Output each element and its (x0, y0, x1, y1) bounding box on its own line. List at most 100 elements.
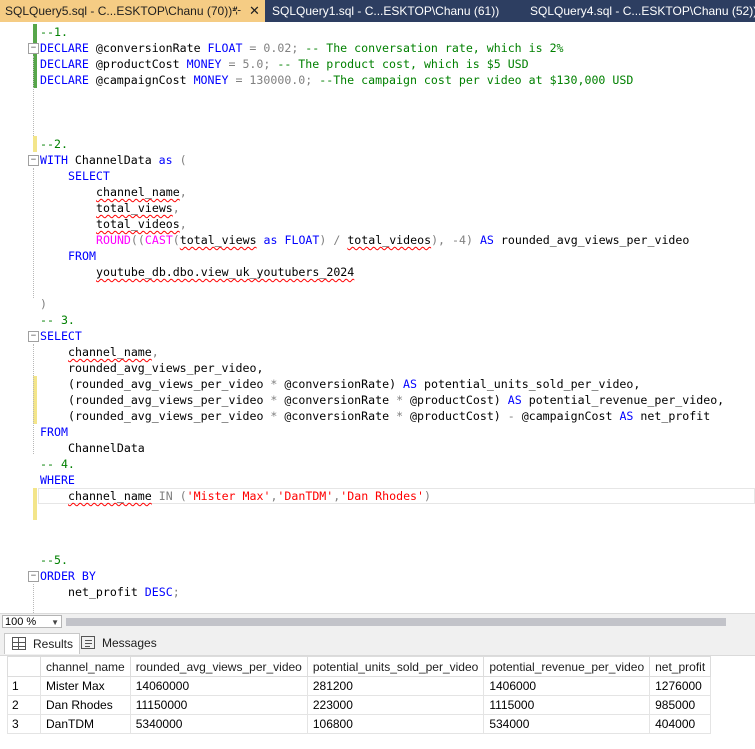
column-header-net-profit[interactable]: net_profit (649, 656, 712, 677)
collapse-toggle-icon[interactable]: − (28, 155, 39, 166)
query-editor[interactable]: − − − − --1. DECLARE @conversionRate FLO… (0, 22, 755, 613)
tab-messages-label: Messages (102, 636, 157, 650)
row-number[interactable]: 1 (7, 676, 41, 696)
tab-results[interactable]: Results (4, 633, 81, 654)
tab-sqlquery1[interactable]: SQLQuery1.sql - C...ESKTOP\Chanu (61)) (267, 0, 517, 22)
table-cell[interactable]: DanTDM (40, 714, 131, 734)
document-tab-strip: SQLQuery5.sql - C...ESKTOP\Chanu (70))* … (0, 0, 755, 22)
code-line: -- 4. (40, 456, 75, 472)
row-number[interactable]: 3 (7, 714, 41, 734)
column-header-rounded-avg-views[interactable]: rounded_avg_views_per_video (129, 656, 308, 677)
table-cell[interactable]: 1115000 (483, 695, 651, 715)
table-cell[interactable]: 11150000 (129, 695, 308, 715)
operator: * (396, 409, 404, 423)
header-row: channel_name rounded_avg_views_per_video… (7, 656, 712, 677)
collapse-toggle-icon[interactable]: − (28, 331, 39, 342)
column-name: rounded_avg_views_per_video, (68, 361, 264, 375)
outline-guide (33, 168, 34, 298)
code-line: youtube_db.dbo.view_uk_youtubers_2024 (96, 264, 354, 280)
code-line: SELECT (68, 168, 110, 184)
value: = 5.0; (221, 57, 278, 71)
table-cell[interactable]: 14060000 (129, 676, 308, 696)
keyword: SELECT (68, 169, 110, 183)
keyword: DESC (144, 585, 173, 599)
keyword: AS (403, 377, 418, 391)
table-cell[interactable]: 1276000 (649, 676, 712, 696)
table-row[interactable]: 1 Mister Max 14060000 281200 1406000 127… (7, 676, 712, 696)
operator: ), -4) (431, 233, 480, 247)
table-row[interactable]: 2 Dan Rhodes 11150000 223000 1115000 985… (7, 695, 712, 715)
keyword: SELECT (40, 329, 82, 343)
table-cell[interactable]: 1406000 (483, 676, 651, 696)
row-number[interactable]: 2 (7, 695, 41, 715)
string-literal: 'Dan Rhodes' (340, 489, 425, 503)
type-keyword: FLOAT (207, 41, 243, 55)
comment: --5. (40, 553, 68, 567)
column-name: total_videos (96, 217, 180, 231)
keyword: FROM (68, 249, 96, 263)
keyword: as (158, 153, 173, 167)
grid-icon (12, 637, 26, 650)
results-tab-strip: Results Messages (0, 630, 755, 656)
tab-messages[interactable]: Messages (74, 633, 163, 653)
variable: @productCost (88, 57, 187, 71)
horizontal-scrollbar[interactable] (64, 616, 754, 628)
comment: -- 4. (40, 457, 75, 471)
string-literal: 'Mister Max' (186, 489, 271, 503)
comment: --2. (40, 137, 68, 151)
expression: @campaignCost (514, 409, 620, 423)
keyword: WITH (40, 153, 68, 167)
change-marker (33, 504, 37, 520)
code-line: FROM (68, 248, 96, 264)
keyword: FROM (40, 425, 68, 439)
results-grid[interactable]: channel_name rounded_avg_views_per_video… (0, 656, 755, 749)
table-cell[interactable]: 534000 (483, 714, 651, 734)
keyword: AS (619, 409, 634, 423)
code-line: net_profit DESC; (68, 584, 180, 600)
operator: ) (40, 297, 47, 311)
keyword: DECLARE (40, 57, 89, 71)
expression: @productCost) (403, 393, 508, 407)
cte-name: ChannelData (67, 153, 159, 167)
zoom-dropdown[interactable]: 100 % ▼ (2, 615, 62, 628)
operator: ) (424, 489, 431, 503)
comment: -- The product cost, which is $5 USD (277, 57, 529, 71)
keyword: WHERE (40, 473, 75, 487)
table-row[interactable]: 3 DanTDM 5340000 106800 534000 404000 (7, 714, 712, 734)
code-line: DECLARE @productCost MONEY = 5.0; -- The… (40, 56, 529, 72)
tab-sqlquery5[interactable]: SQLQuery5.sql - C...ESKTOP\Chanu (70))* … (0, 0, 265, 22)
table-cell[interactable]: Dan Rhodes (40, 695, 131, 715)
table-cell[interactable]: 106800 (306, 714, 485, 734)
pin-icon[interactable]: ⊹ (232, 0, 241, 22)
keyword: AS (479, 233, 494, 247)
column-header-channel-name[interactable]: channel_name (40, 656, 131, 677)
function: ROUND (96, 233, 131, 247)
table-cell[interactable]: 281200 (306, 676, 485, 696)
code-line: --5. (40, 552, 68, 568)
tab-sqlquery4[interactable]: SQLQuery4.sql - C...ESKTOP\Chanu (52)) (525, 0, 755, 22)
code-line: (rounded_avg_views_per_video * @conversi… (68, 392, 724, 408)
operator: (( (130, 233, 145, 247)
close-icon[interactable]: ✕ (249, 0, 260, 22)
variable: @campaignCost (88, 73, 194, 87)
string-literal: 'DanTDM' (277, 489, 334, 503)
collapse-toggle-icon[interactable]: − (28, 571, 39, 582)
collapse-toggle-icon[interactable]: − (28, 43, 39, 54)
table-cell[interactable]: 985000 (649, 695, 712, 715)
scrollbar-thumb[interactable] (66, 618, 726, 626)
chevron-down-icon: ▼ (51, 618, 59, 627)
column-header-potential-revenue[interactable]: potential_revenue_per_video (483, 656, 651, 677)
tab-sqlquery4-label: SQLQuery4.sql - C...ESKTOP\Chanu (52)) (530, 4, 755, 18)
table-name: youtube_db.dbo.view_uk_youtubers_2024 (96, 265, 355, 279)
code-line: ) (40, 296, 47, 312)
table-cell[interactable]: Mister Max (40, 676, 131, 696)
alias: potential_units_sold_per_video, (417, 377, 641, 391)
type-keyword: FLOAT (284, 233, 320, 247)
table-cell[interactable]: 5340000 (129, 714, 308, 734)
table-cell[interactable]: 404000 (649, 714, 712, 734)
column-header-potential-units[interactable]: potential_units_sold_per_video (306, 656, 485, 677)
table-cell[interactable]: 223000 (306, 695, 485, 715)
column-name: net_profit (68, 585, 145, 599)
code-line: DECLARE @conversionRate FLOAT = 0.02; --… (40, 40, 564, 56)
variable: @conversionRate (88, 41, 208, 55)
